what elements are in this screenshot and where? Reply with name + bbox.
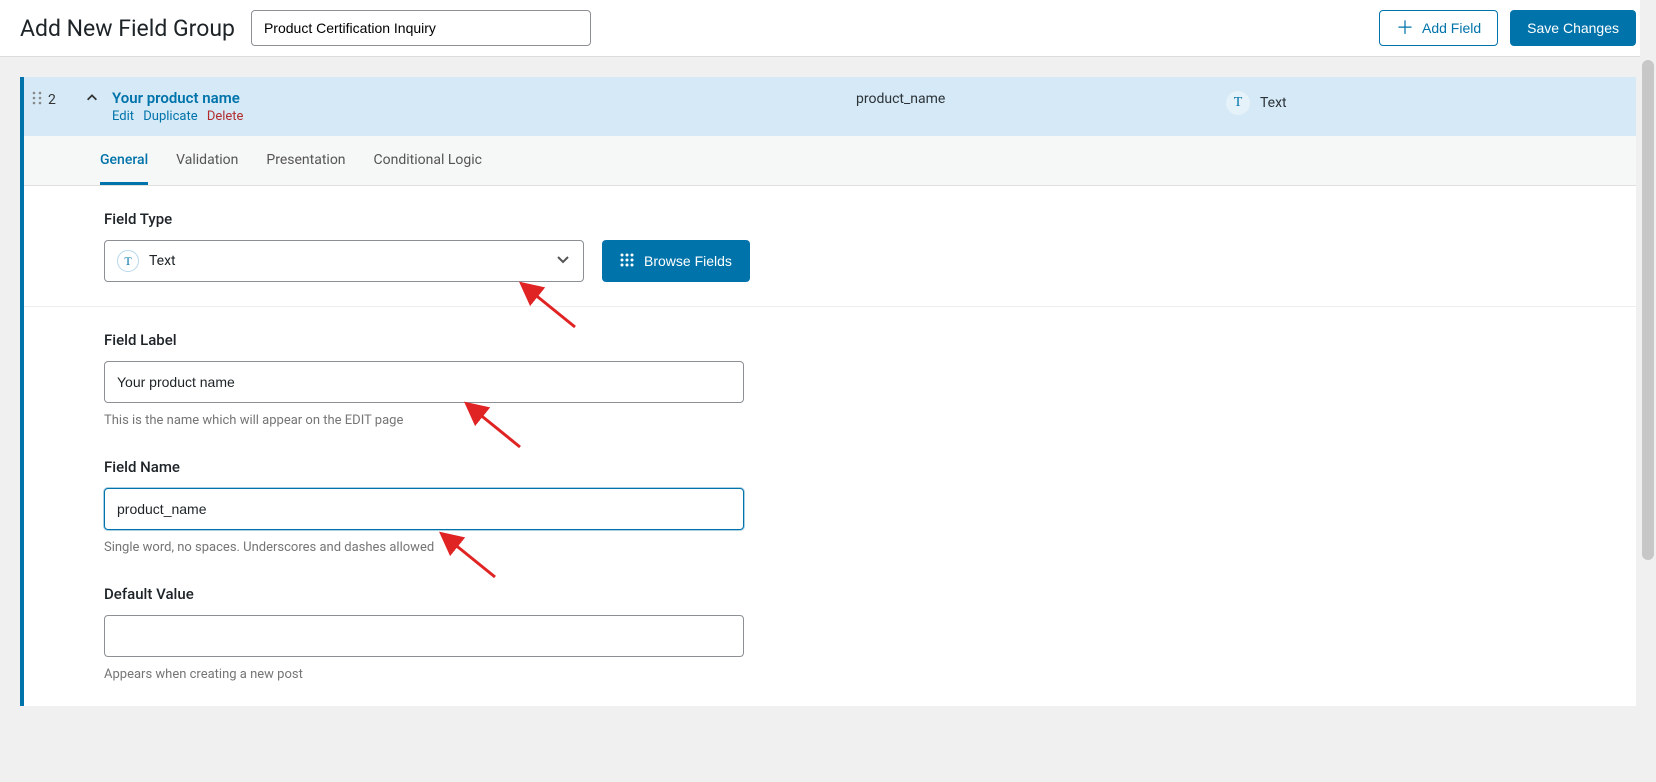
field-name-input[interactable] — [104, 488, 744, 530]
field-row: 2 Your product name Edit Duplicate Delet… — [20, 77, 1636, 136]
collapse-toggle[interactable] — [72, 89, 112, 105]
field-tabs: General Validation Presentation Conditio… — [24, 136, 1636, 186]
section-field-name: Field Name Single word, no spaces. Under… — [24, 438, 1636, 565]
browse-fields-label: Browse Fields — [644, 253, 732, 269]
field-type-select[interactable]: T Text — [104, 240, 584, 282]
grid-icon — [620, 253, 634, 270]
scrollbar-thumb[interactable] — [1642, 60, 1654, 560]
default-value-heading: Default Value — [104, 585, 1556, 603]
text-type-icon: T — [117, 250, 139, 272]
section-field-type: Field Type T Text Browse Fields — [24, 186, 1636, 307]
delete-link[interactable]: Delete — [207, 109, 244, 124]
section-field-label: Field Label This is the name which will … — [24, 307, 1636, 438]
default-value-input[interactable] — [104, 615, 744, 657]
default-value-help: Appears when creating a new post — [104, 667, 1556, 682]
field-type-readonly: Text — [1260, 95, 1287, 111]
edit-link[interactable]: Edit — [112, 109, 134, 124]
field-editor-panel: General Validation Presentation Conditio… — [20, 136, 1636, 706]
tab-conditional-logic[interactable]: Conditional Logic — [374, 136, 482, 185]
group-name-input[interactable] — [251, 10, 591, 46]
field-type-selected: Text — [149, 253, 176, 269]
header-bar: Add New Field Group ＋ Add Field Save Cha… — [0, 0, 1656, 57]
duplicate-link[interactable]: Duplicate — [143, 109, 197, 124]
field-label-heading: Field Label — [104, 331, 1556, 349]
field-name-help: Single word, no spaces. Underscores and … — [104, 540, 1556, 555]
add-field-label: Add Field — [1422, 20, 1481, 36]
plus-icon: ＋ — [1396, 19, 1414, 37]
field-label-help: This is the name which will appear on th… — [104, 413, 1556, 428]
field-name-readonly: product_name — [856, 89, 1226, 107]
browse-fields-button[interactable]: Browse Fields — [602, 240, 750, 282]
save-changes-button[interactable]: Save Changes — [1510, 10, 1636, 46]
tab-validation[interactable]: Validation — [176, 136, 238, 185]
field-label-input[interactable] — [104, 361, 744, 403]
tab-presentation[interactable]: Presentation — [266, 136, 345, 185]
scrollbar[interactable] — [1640, 0, 1656, 782]
add-field-button[interactable]: ＋ Add Field — [1379, 10, 1498, 46]
tab-general[interactable]: General — [100, 136, 148, 185]
drag-handle-icon[interactable] — [32, 91, 42, 109]
field-type-label: Field Type — [104, 210, 1556, 228]
text-type-icon: T — [1226, 91, 1250, 115]
chevron-down-icon — [555, 251, 571, 271]
field-name-heading: Field Name — [104, 458, 1556, 476]
section-default-value: Default Value Appears when creating a ne… — [24, 565, 1636, 706]
field-index: 2 — [48, 92, 56, 108]
field-label-link[interactable]: Your product name — [112, 89, 856, 107]
row-actions: Edit Duplicate Delete — [112, 109, 856, 124]
page-title: Add New Field Group — [20, 15, 235, 42]
